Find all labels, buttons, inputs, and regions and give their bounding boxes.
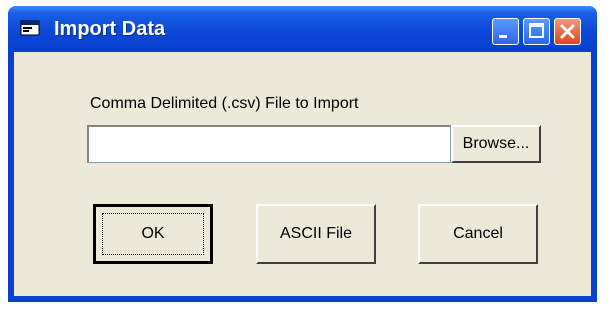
ascii-file-button[interactable]: ASCII File (256, 204, 376, 264)
browse-button[interactable]: Browse... (451, 125, 541, 163)
cancel-button-label: Cancel (453, 225, 503, 242)
maximize-button[interactable] (523, 18, 550, 45)
ok-button[interactable]: OK (93, 204, 213, 264)
title-bar[interactable]: Import Data (8, 6, 597, 52)
ascii-file-button-label: ASCII File (279, 225, 352, 242)
cancel-button[interactable]: Cancel (418, 204, 538, 264)
file-label: Comma Delimited (.csv) File to Import (90, 95, 359, 112)
close-icon (560, 24, 575, 39)
file-path-input[interactable] (87, 125, 451, 163)
window-title: Import Data (54, 18, 166, 40)
app-window-icon (20, 20, 40, 36)
close-button[interactable] (554, 18, 581, 45)
dialog-content: Comma Delimited (.csv) File to Import Br… (14, 52, 591, 296)
maximize-icon (529, 23, 544, 38)
focus-rectangle (102, 213, 204, 255)
import-data-dialog: Import Data Comma Delimited (.csv) File … (8, 6, 597, 302)
minimize-button[interactable] (492, 18, 519, 45)
minimize-icon (499, 35, 507, 38)
browse-button-label: Browse... (462, 135, 530, 152)
